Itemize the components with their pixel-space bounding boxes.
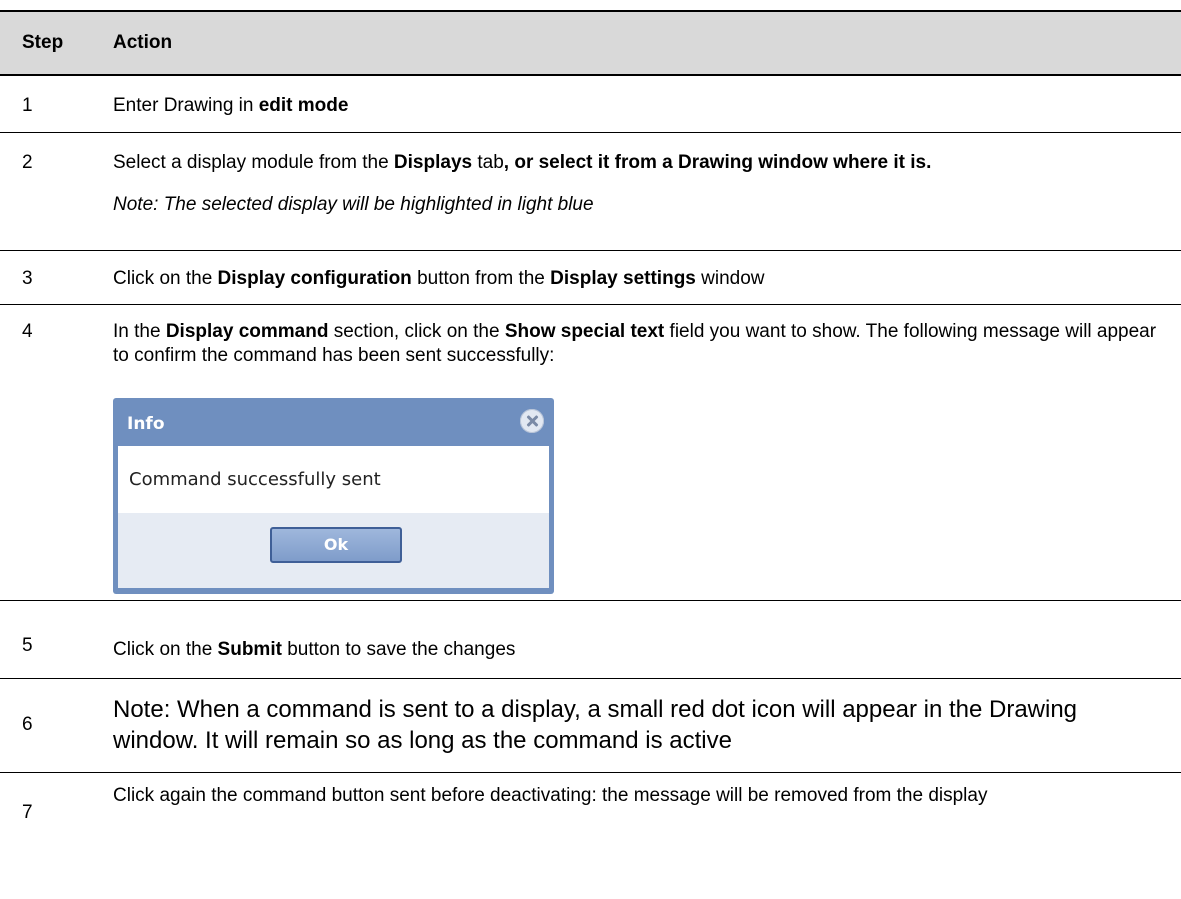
table-row: 5 Click on the Submit button to save the… <box>0 601 1181 679</box>
emphasis: Displays <box>393 152 473 173</box>
table-row: 3 Click on the Display configuration but… <box>0 251 1181 305</box>
table-row: 6 Note: When a command is sent to a disp… <box>0 679 1181 773</box>
table-row: 7 Click again the command button sent be… <box>0 773 1181 843</box>
dialog-body: Command successfully sent <box>118 446 549 513</box>
step-note: Note: The selected display will be highl… <box>113 194 594 215</box>
step-number: 1 <box>22 95 33 116</box>
step-number: 5 <box>22 635 33 656</box>
dialog-footer: Ok <box>118 513 549 588</box>
header-action: Action <box>113 32 173 53</box>
table-row: 4 In the Display command section, click … <box>0 305 1181 601</box>
ok-button[interactable]: Ok <box>270 527 402 563</box>
step-action: Click on the Submit button to save the c… <box>113 639 516 660</box>
close-circle-icon[interactable] <box>520 409 544 433</box>
step-number: 7 <box>22 802 33 823</box>
step-action: In the Display command section, click on… <box>113 320 1167 596</box>
emphasis: Show special text <box>504 321 665 342</box>
emphasis: edit mode <box>258 95 349 116</box>
emphasis: Display configuration <box>217 268 412 289</box>
table-row: 1 Enter Drawing in edit mode <box>0 76 1181 133</box>
steps-table: Step Action 1 Enter Drawing in edit mode… <box>0 10 1181 843</box>
header-step: Step <box>22 32 64 53</box>
step-action: Select a display module from the Display… <box>113 151 1167 217</box>
step-action: Enter Drawing in edit mode <box>113 95 349 116</box>
step-number: 6 <box>22 714 33 735</box>
table-row: 2 Select a display module from the Displ… <box>0 133 1181 251</box>
step-number: 2 <box>22 152 33 173</box>
step-number: 3 <box>22 268 33 289</box>
emphasis: Display command <box>165 321 329 342</box>
step-number: 4 <box>22 321 33 342</box>
table-header: Step Action <box>0 10 1181 76</box>
emphasis: , or select it from a Drawing window whe… <box>503 152 932 173</box>
step-action: Note: When a command is sent to a displa… <box>113 696 1078 754</box>
step-action: Click on the Display configuration butto… <box>113 268 765 289</box>
dialog-title: Info <box>127 414 165 434</box>
emphasis: Display settings <box>550 268 696 289</box>
dialog-message: Command successfully sent <box>129 469 381 490</box>
emphasis: Submit <box>217 639 282 660</box>
step-action: Click again the command button sent befo… <box>113 785 988 806</box>
info-dialog: Info Command successfully sent Ok <box>113 398 554 594</box>
